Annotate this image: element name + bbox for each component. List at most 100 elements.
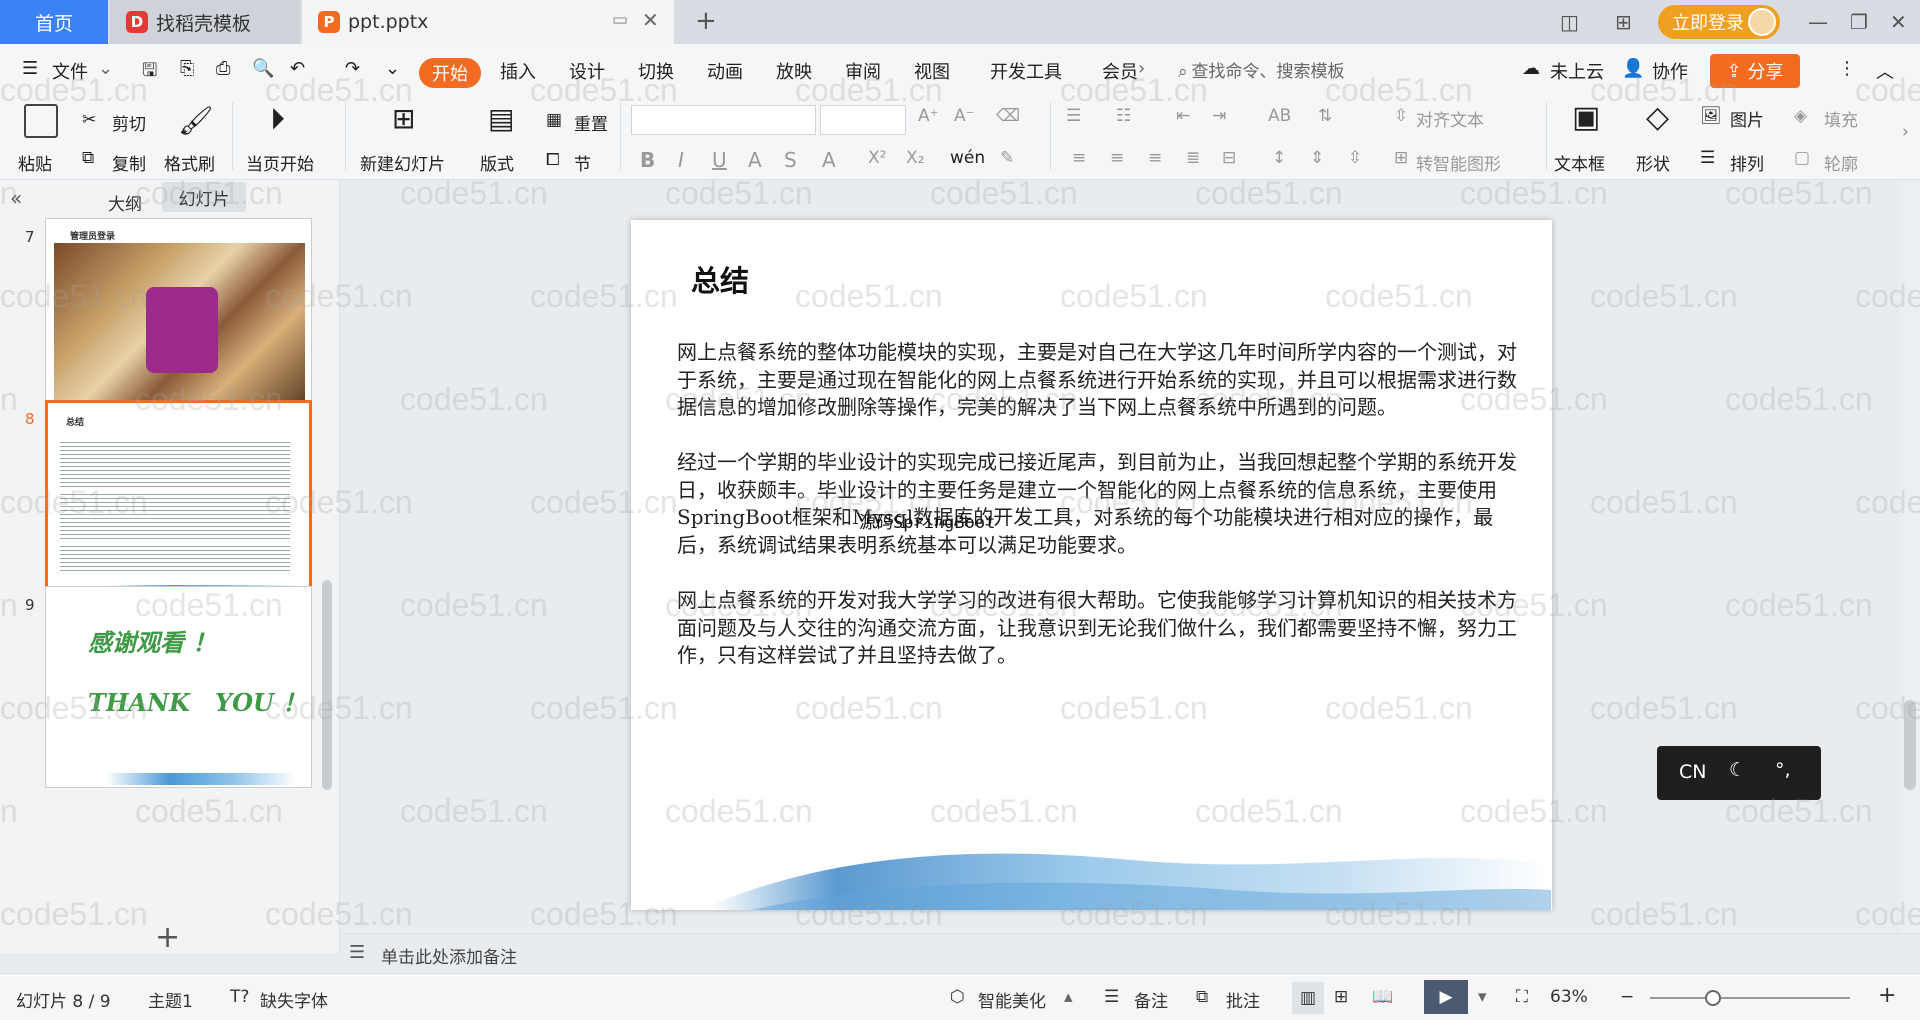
export-pdf-icon[interactable]: ⎘ (180, 58, 194, 79)
slide-thumbnail-8[interactable]: 总结 (45, 400, 312, 605)
notes-toggle-icon[interactable]: ☰ (1104, 987, 1119, 1007)
grow-font-icon[interactable]: A⁺ (918, 106, 939, 126)
reset-icon[interactable]: ▦ (546, 110, 562, 130)
more-options-icon[interactable]: ⋮ (1838, 58, 1856, 79)
smartart-button[interactable]: 转智能图形 (1416, 150, 1501, 175)
font-color-icon[interactable]: A (822, 148, 836, 172)
picture-button[interactable]: 图片 (1730, 106, 1764, 131)
slide-paragraph-3[interactable]: 网上点餐系统的开发对我大学学习的改进有很大帮助。它使我能够学习计算机知识的相关技… (677, 587, 1517, 670)
decrease-indent-icon[interactable]: ⇤ (1176, 106, 1190, 126)
minimize-icon[interactable]: — (1808, 10, 1828, 34)
beautify-icon[interactable]: ⬡ (950, 987, 965, 1007)
sort-icon[interactable]: ⇅ (1318, 106, 1332, 126)
share-button[interactable]: ⇪ 分享 (1710, 54, 1800, 88)
collab-icon[interactable]: 👤 (1622, 58, 1644, 79)
moon-icon[interactable]: ☾ (1729, 759, 1746, 781)
subscript-icon[interactable]: X₂ (906, 148, 924, 168)
zoom-out-icon[interactable]: − (1620, 987, 1634, 1007)
command-search[interactable]: ⌕ 查找命令、搜索模板 (1178, 57, 1345, 82)
bullets-icon[interactable]: ☰ (1066, 106, 1081, 126)
shadow-icon[interactable]: S (784, 148, 797, 172)
window-mode-icon[interactable]: ▭ (612, 10, 628, 30)
menu-member[interactable]: 会员 (1102, 58, 1142, 84)
comment-icon[interactable]: ⧉ (1196, 987, 1208, 1007)
strike-icon[interactable]: A (748, 148, 762, 172)
cloud-status[interactable]: 未上云 (1550, 58, 1604, 84)
menu-file[interactable]: 文件 (52, 58, 88, 84)
redo-icon[interactable]: ↷ (345, 58, 360, 79)
fill-button[interactable]: 填充 (1824, 106, 1858, 131)
numbering-icon[interactable]: ☷ (1116, 106, 1131, 126)
print-icon[interactable]: ⎙ (216, 58, 230, 79)
highlight-icon[interactable]: ✎ (1000, 148, 1014, 168)
add-slide-icon[interactable]: + (155, 920, 180, 955)
ribbon-scroll-right-icon[interactable]: › (1902, 122, 1909, 142)
menu-animation[interactable]: 动画 (707, 58, 743, 84)
italic-icon[interactable]: I (678, 148, 684, 172)
font-family-select[interactable] (631, 105, 816, 135)
hamburger-icon[interactable]: ☰ (22, 58, 38, 79)
chevron-up-icon[interactable]: ▴ (1064, 987, 1073, 1007)
menu-slideshow[interactable]: 放映 (776, 58, 812, 84)
align-text-icon[interactable]: ⇳ (1394, 106, 1408, 126)
pinyin-icon[interactable]: wén (950, 148, 985, 168)
collapse-panel-icon[interactable]: « (10, 186, 22, 210)
menu-transition[interactable]: 切换 (638, 58, 674, 84)
beautify-button[interactable]: 智能美化 (978, 987, 1046, 1012)
notes-bar[interactable]: ☰ 单击此处添加备注 (341, 933, 1920, 973)
slide-thumbnail-7[interactable]: 管理员登录 (45, 218, 312, 418)
slide-paragraph-1[interactable]: 网上点餐系统的整体功能模块的实现，主要是对自己在大学这几年时间所学内容的一个测试… (677, 339, 1517, 422)
text-direction-icon[interactable]: AB (1268, 106, 1291, 126)
outline-icon[interactable]: ▢ (1794, 148, 1810, 168)
copy-button[interactable]: 复制 (112, 150, 146, 175)
slideshow-play-icon[interactable]: ▶ (1424, 980, 1468, 1014)
zoom-slider-thumb[interactable] (1705, 990, 1721, 1006)
reset-button[interactable]: 重置 (574, 110, 608, 135)
theme-name[interactable]: 主题1 (148, 987, 193, 1012)
tab-outline[interactable]: 大纲 (108, 190, 142, 215)
reading-view-icon[interactable]: 📖 (1372, 987, 1393, 1007)
new-slide-icon[interactable]: ⊞ (392, 102, 415, 135)
collapse-ribbon-icon[interactable]: ︿ (1876, 58, 1894, 84)
align-left-icon[interactable]: ≡ (1072, 148, 1086, 168)
copy-icon[interactable]: ⧉ (82, 148, 94, 168)
menu-design[interactable]: 设计 (569, 58, 605, 84)
menu-home[interactable]: 开始 (419, 58, 481, 88)
overlapping-text[interactable]: 源码SpringBoot (859, 508, 995, 533)
bold-icon[interactable]: B (640, 148, 655, 172)
menu-view[interactable]: 视图 (914, 58, 950, 84)
menu-review[interactable]: 审阅 (845, 58, 881, 84)
superscript-icon[interactable]: X² (868, 148, 886, 168)
collab-button[interactable]: 协作 (1652, 58, 1688, 84)
shrink-font-icon[interactable]: A⁻ (954, 106, 975, 126)
zoom-in-icon[interactable]: + (1878, 983, 1896, 1008)
new-slide-button[interactable]: 新建幻灯片 (360, 150, 445, 175)
play-from-current-button[interactable]: 当页开始 (246, 150, 314, 175)
section-button[interactable]: 节 (574, 150, 591, 175)
format-painter-icon[interactable]: 🖌 (178, 104, 214, 137)
clear-format-icon[interactable]: ⌫ (996, 106, 1020, 126)
slide-paragraph-2[interactable]: 经过一个学期的毕业设计的实现完成已接近尾声，到目前为止，当我回想起整个学期的系统… (677, 449, 1517, 559)
tab-document[interactable]: P ppt.pptx ▭ ✕ (302, 0, 674, 44)
print-preview-icon[interactable]: 🔍 (252, 58, 274, 79)
underline-icon[interactable]: U (712, 148, 727, 172)
cut-button[interactable]: 剪切 (112, 110, 146, 135)
line-spacing-icon[interactable]: ↕ (1272, 148, 1286, 168)
notes-placeholder[interactable]: 单击此处添加备注 (381, 943, 517, 968)
reading-mode-icon[interactable]: ◫ (1560, 10, 1579, 34)
textbox-icon[interactable]: ▣ (1572, 100, 1600, 135)
more-chevron-icon[interactable]: ⌄ (385, 58, 400, 79)
ime-widget[interactable]: CN ☾ °, (1657, 746, 1821, 800)
chevron-down-icon[interactable]: ⌄ (98, 58, 113, 79)
canvas-scrollbar[interactable] (1900, 180, 1920, 933)
play-icon[interactable]: ⏵ (270, 102, 285, 137)
menu-scroll-right-icon[interactable]: › (1138, 58, 1145, 79)
align-right-icon[interactable]: ≡ (1148, 148, 1162, 168)
para-spacing-icon[interactable]: ⇕ (1310, 148, 1324, 168)
font-size-select[interactable] (820, 105, 906, 135)
align-text-button[interactable]: 对齐文本 (1416, 106, 1484, 131)
login-button[interactable]: 立即登录 (1658, 5, 1780, 39)
missing-font-icon[interactable]: T? (230, 987, 249, 1007)
tab-slides[interactable]: 幻灯片 (162, 182, 246, 212)
canvas-scroll-thumb[interactable] (1904, 700, 1916, 790)
